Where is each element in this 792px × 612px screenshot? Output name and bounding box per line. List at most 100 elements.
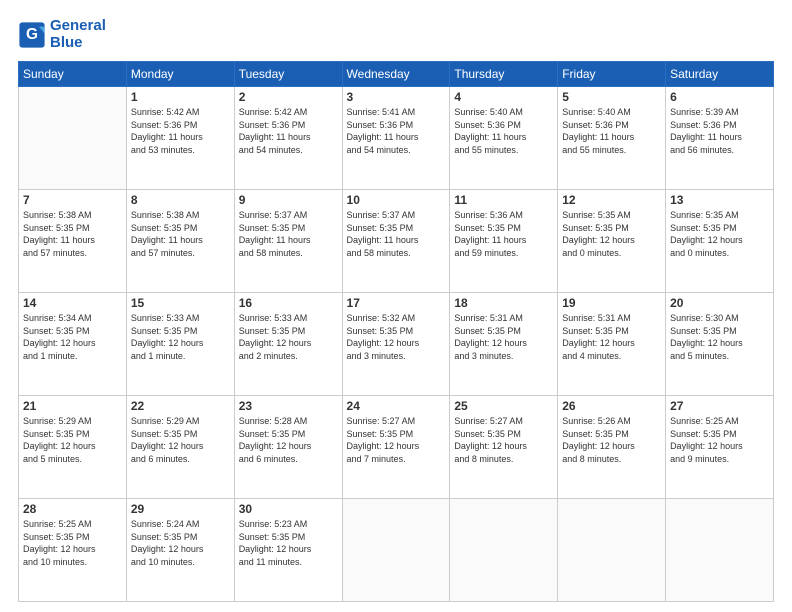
weekday-header-friday: Friday — [558, 62, 666, 87]
calendar-cell: 22 Sunrise: 5:29 AM Sunset: 5:35 PM Dayli… — [126, 396, 234, 499]
day-number: 14 — [23, 296, 122, 310]
calendar-cell: 9 Sunrise: 5:37 AM Sunset: 5:35 PM Daylig… — [234, 190, 342, 293]
day-info: Sunrise: 5:40 AM Sunset: 5:36 PM Dayligh… — [454, 106, 553, 156]
logo-icon: G — [18, 21, 46, 49]
day-number: 5 — [562, 90, 661, 104]
day-number: 30 — [239, 502, 338, 516]
calendar-cell: 10 Sunrise: 5:37 AM Sunset: 5:35 PM Dayli… — [342, 190, 450, 293]
week-row-0: 1 Sunrise: 5:42 AM Sunset: 5:36 PM Daylig… — [19, 87, 774, 190]
calendar-cell: 1 Sunrise: 5:42 AM Sunset: 5:36 PM Daylig… — [126, 87, 234, 190]
day-number: 20 — [670, 296, 769, 310]
day-number: 11 — [454, 193, 553, 207]
logo-text: General Blue — [50, 18, 106, 51]
day-number: 7 — [23, 193, 122, 207]
week-row-4: 28 Sunrise: 5:25 AM Sunset: 5:35 PM Dayli… — [19, 499, 774, 602]
day-number: 12 — [562, 193, 661, 207]
day-number: 13 — [670, 193, 769, 207]
calendar-cell — [19, 87, 127, 190]
week-row-1: 7 Sunrise: 5:38 AM Sunset: 5:35 PM Daylig… — [19, 190, 774, 293]
weekday-header-tuesday: Tuesday — [234, 62, 342, 87]
day-info: Sunrise: 5:29 AM Sunset: 5:35 PM Dayligh… — [131, 415, 230, 465]
day-number: 19 — [562, 296, 661, 310]
day-info: Sunrise: 5:38 AM Sunset: 5:35 PM Dayligh… — [131, 209, 230, 259]
week-row-2: 14Sunrise: 5:34 AM Sunset: 5:35 PM Dayli… — [19, 293, 774, 396]
calendar-cell: 2 Sunrise: 5:42 AM Sunset: 5:36 PM Daylig… — [234, 87, 342, 190]
week-row-3: 21 Sunrise: 5:29 AM Sunset: 5:35 PM Dayli… — [19, 396, 774, 499]
weekday-header-thursday: Thursday — [450, 62, 558, 87]
day-info: Sunrise: 5:37 AM Sunset: 5:35 PM Dayligh… — [239, 209, 338, 259]
calendar-table: SundayMondayTuesdayWednesdayThursdayFrid… — [18, 61, 774, 602]
day-info: Sunrise: 5:31 AM Sunset: 5:35 PM Dayligh… — [454, 312, 553, 362]
calendar-cell: 15 Sunrise: 5:33 AM Sunset: 5:35 PM Dayli… — [126, 293, 234, 396]
day-info: Sunrise: 5:35 AM Sunset: 5:35 PM Dayligh… — [670, 209, 769, 259]
calendar-cell: 16 Sunrise: 5:33 AM Sunset: 5:35 PM Dayli… — [234, 293, 342, 396]
day-info: Sunrise: 5:42 AM Sunset: 5:36 PM Dayligh… — [131, 106, 230, 156]
day-number: 29 — [131, 502, 230, 516]
day-info: Sunrise: 5:25 AM Sunset: 5:35 PM Dayligh… — [23, 518, 122, 568]
calendar-cell: 24 Sunrise: 5:27 AM Sunset: 5:35 PM Dayli… — [342, 396, 450, 499]
day-info: Sunrise: 5:28 AM Sunset: 5:35 PM Dayligh… — [239, 415, 338, 465]
day-info: Sunrise: 5:41 AM Sunset: 5:36 PM Dayligh… — [347, 106, 446, 156]
calendar-cell: 13 Sunrise: 5:35 AM Sunset: 5:35 PM Dayli… — [666, 190, 774, 293]
day-number: 26 — [562, 399, 661, 413]
day-info: Sunrise: 5:31 AM Sunset: 5:35 PM Dayligh… — [562, 312, 661, 362]
weekday-header-monday: Monday — [126, 62, 234, 87]
calendar-cell: 26 Sunrise: 5:26 AM Sunset: 5:35 PM Dayli… — [558, 396, 666, 499]
day-number: 9 — [239, 193, 338, 207]
day-info: Sunrise: 5:42 AM Sunset: 5:36 PM Dayligh… — [239, 106, 338, 156]
day-info: Sunrise: 5:33 AM Sunset: 5:35 PM Dayligh… — [239, 312, 338, 362]
calendar-cell: 25Sunrise: 5:27 AM Sunset: 5:35 PM Dayli… — [450, 396, 558, 499]
day-info: Sunrise: 5:26 AM Sunset: 5:35 PM Dayligh… — [562, 415, 661, 465]
day-number: 3 — [347, 90, 446, 104]
calendar-cell: 11 Sunrise: 5:36 AM Sunset: 5:35 PM Dayli… — [450, 190, 558, 293]
calendar-cell: 14Sunrise: 5:34 AM Sunset: 5:35 PM Dayli… — [19, 293, 127, 396]
calendar-cell — [558, 499, 666, 602]
day-number: 23 — [239, 399, 338, 413]
day-info: Sunrise: 5:40 AM Sunset: 5:36 PM Dayligh… — [562, 106, 661, 156]
day-info: Sunrise: 5:30 AM Sunset: 5:35 PM Dayligh… — [670, 312, 769, 362]
calendar-cell — [450, 499, 558, 602]
calendar-cell: 30Sunrise: 5:23 AM Sunset: 5:35 PM Dayli… — [234, 499, 342, 602]
weekday-header-sunday: Sunday — [19, 62, 127, 87]
calendar-cell: 21 Sunrise: 5:29 AM Sunset: 5:35 PM Dayli… — [19, 396, 127, 499]
day-number: 10 — [347, 193, 446, 207]
calendar-cell: 5 Sunrise: 5:40 AM Sunset: 5:36 PM Daylig… — [558, 87, 666, 190]
day-number: 18 — [454, 296, 553, 310]
day-info: Sunrise: 5:29 AM Sunset: 5:35 PM Dayligh… — [23, 415, 122, 465]
day-info: Sunrise: 5:24 AM Sunset: 5:35 PM Dayligh… — [131, 518, 230, 568]
day-info: Sunrise: 5:38 AM Sunset: 5:35 PM Dayligh… — [23, 209, 122, 259]
day-info: Sunrise: 5:35 AM Sunset: 5:35 PM Dayligh… — [562, 209, 661, 259]
logo: G General Blue — [18, 18, 106, 51]
day-number: 6 — [670, 90, 769, 104]
day-number: 15 — [131, 296, 230, 310]
calendar-cell: 20 Sunrise: 5:30 AM Sunset: 5:35 PM Dayli… — [666, 293, 774, 396]
day-info: Sunrise: 5:37 AM Sunset: 5:35 PM Dayligh… — [347, 209, 446, 259]
svg-text:G: G — [26, 26, 38, 43]
day-info: Sunrise: 5:33 AM Sunset: 5:35 PM Dayligh… — [131, 312, 230, 362]
day-number: 2 — [239, 90, 338, 104]
day-number: 8 — [131, 193, 230, 207]
day-number: 1 — [131, 90, 230, 104]
calendar-cell: 7 Sunrise: 5:38 AM Sunset: 5:35 PM Daylig… — [19, 190, 127, 293]
calendar-cell: 17Sunrise: 5:32 AM Sunset: 5:35 PM Dayli… — [342, 293, 450, 396]
day-info: Sunrise: 5:36 AM Sunset: 5:35 PM Dayligh… — [454, 209, 553, 259]
calendar-cell: 27Sunrise: 5:25 AM Sunset: 5:35 PM Dayli… — [666, 396, 774, 499]
day-info: Sunrise: 5:32 AM Sunset: 5:35 PM Dayligh… — [347, 312, 446, 362]
day-number: 24 — [347, 399, 446, 413]
day-number: 4 — [454, 90, 553, 104]
calendar-cell: 8 Sunrise: 5:38 AM Sunset: 5:35 PM Daylig… — [126, 190, 234, 293]
day-number: 22 — [131, 399, 230, 413]
calendar-cell: 4 Sunrise: 5:40 AM Sunset: 5:36 PM Daylig… — [450, 87, 558, 190]
day-info: Sunrise: 5:27 AM Sunset: 5:35 PM Dayligh… — [454, 415, 553, 465]
header: G General Blue — [18, 18, 774, 51]
day-info: Sunrise: 5:25 AM Sunset: 5:35 PM Dayligh… — [670, 415, 769, 465]
calendar-cell — [342, 499, 450, 602]
day-info: Sunrise: 5:27 AM Sunset: 5:35 PM Dayligh… — [347, 415, 446, 465]
calendar-cell: 6 Sunrise: 5:39 AM Sunset: 5:36 PM Daylig… — [666, 87, 774, 190]
day-number: 28 — [23, 502, 122, 516]
calendar-cell: 28 Sunrise: 5:25 AM Sunset: 5:35 PM Dayli… — [19, 499, 127, 602]
day-number: 16 — [239, 296, 338, 310]
day-info: Sunrise: 5:39 AM Sunset: 5:36 PM Dayligh… — [670, 106, 769, 156]
calendar-cell: 23 Sunrise: 5:28 AM Sunset: 5:35 PM Dayli… — [234, 396, 342, 499]
day-number: 21 — [23, 399, 122, 413]
